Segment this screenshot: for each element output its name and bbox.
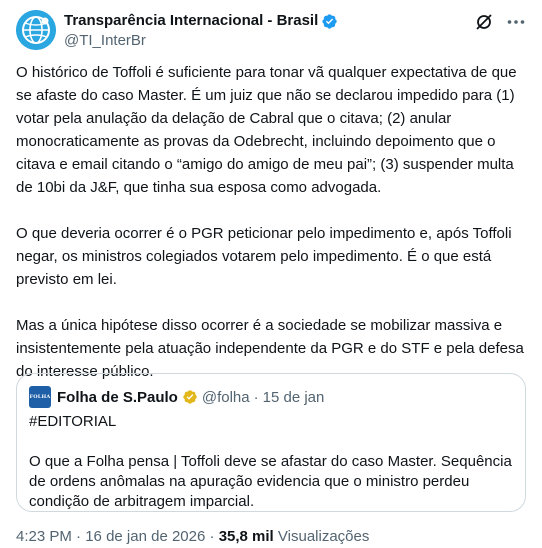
author-display-name-text[interactable]: Transparência Internacional - Brasil <box>64 11 318 31</box>
quoted-author-handle[interactable]: @folha <box>202 389 250 406</box>
header-actions <box>474 12 526 32</box>
quoted-tweet-header: FOLHA Folha de S.Paulo @folha · 15 de ja… <box>29 386 513 408</box>
quoted-tweet-text: #EDITORIAL O que a Folha pensa | Toffoli… <box>29 412 513 512</box>
views-label[interactable]: Visualizações <box>278 528 369 545</box>
author-handle[interactable]: @TI_InterBr <box>64 31 338 51</box>
grok-icon[interactable] <box>474 12 494 32</box>
more-options-icon[interactable] <box>506 12 526 32</box>
tweet-date[interactable]: 16 de jan de 2026 <box>85 528 205 545</box>
globe-person-logo-icon <box>16 10 56 50</box>
quoted-tweet[interactable]: FOLHA Folha de S.Paulo @folha · 15 de ja… <box>16 373 526 512</box>
tweet-paragraph-2: O que deveria ocorrer é o PGR peticionar… <box>16 225 512 288</box>
folha-logo-text: FOLHA <box>29 394 51 400</box>
footer-separator: · <box>209 528 215 545</box>
views-count[interactable]: 35,8 mil <box>219 528 274 545</box>
tweet-time[interactable]: 4:23 PM <box>16 528 72 545</box>
meta-separator: · <box>253 388 259 406</box>
verified-badge-icon[interactable] <box>321 13 338 30</box>
folha-logo-icon[interactable]: FOLHA <box>29 386 51 408</box>
quoted-tweet-body: O que a Folha pensa | Toffoli deve se af… <box>29 453 512 510</box>
gold-verified-badge-icon[interactable] <box>182 389 198 405</box>
avatar[interactable] <box>16 10 56 50</box>
author-names: Transparência Internacional - Brasil @TI… <box>64 11 338 51</box>
footer-separator: · <box>76 528 82 545</box>
tweet-text: O histórico de Toffoli é suficiente para… <box>16 61 528 383</box>
tweet-footer: 4:23 PM · 16 de jan de 2026 · 35,8 mil V… <box>16 527 369 547</box>
author-display-name[interactable]: Transparência Internacional - Brasil <box>64 11 338 31</box>
quoted-tweet-date[interactable]: 15 de jan <box>263 389 325 406</box>
tweet-paragraph-1: O histórico de Toffoli é suficiente para… <box>16 64 517 196</box>
quoted-author-name[interactable]: Folha de S.Paulo <box>57 389 178 406</box>
tweet-header: Transparência Internacional - Brasil @TI… <box>16 10 526 54</box>
quoted-hashtag: #EDITORIAL <box>29 413 117 430</box>
